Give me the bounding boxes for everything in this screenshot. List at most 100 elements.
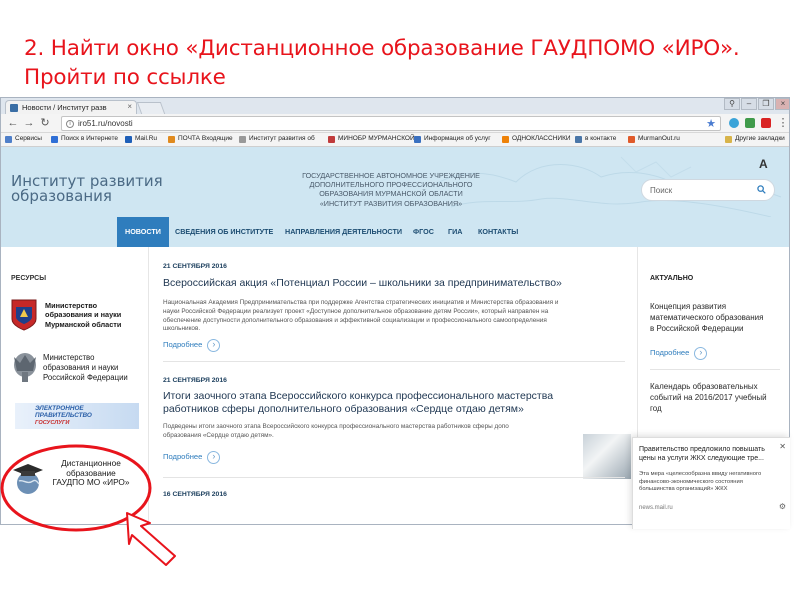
bookmark-services-info[interactable]: Информация об услуг [414, 135, 491, 143]
resource-2-line-1: Министерство [43, 353, 95, 362]
close-tab-icon[interactable]: × [127, 102, 132, 111]
news-2-more-link[interactable]: Подробнее [163, 451, 220, 464]
aktualno-1-more-link[interactable]: Подробнее [650, 347, 707, 360]
news-2-description: Подведены итоги заочного этапа Всероссий… [163, 423, 583, 441]
resource-2-line-3: Российской Федерации [43, 373, 128, 382]
bookmark-mail-inbox[interactable]: ПОЧТА Входящие [168, 135, 233, 143]
aktualno-2-line-2: событий на 2016/2017 учебный [650, 393, 767, 402]
nav-gia[interactable]: ГИА [448, 217, 462, 247]
forward-arrow-icon[interactable]: → [23, 117, 35, 129]
gear-icon[interactable]: ⚙ [779, 502, 786, 511]
bookmark-mail-ru[interactable]: Mail.Ru [125, 135, 157, 143]
bookmark-other-bookmarks[interactable]: Другие закладки [725, 135, 785, 143]
murmansk-coat-of-arms-icon [11, 299, 37, 331]
notification-body-line-3: большинства организаций» ЖКХ [639, 486, 728, 493]
resource-3-line-3: ГОСУСЛУГИ [35, 419, 70, 426]
nav-contacts[interactable]: КОНТАКТЫ [478, 217, 518, 247]
nav-news[interactable]: НОВОСТИ [117, 217, 169, 247]
extension-flag-icon[interactable] [761, 118, 771, 128]
bookmark-odnoklassniki[interactable]: ОДНОКЛАССНИКИ [502, 135, 571, 143]
org-line-3: ОБРАЗОВАНИЯ МУРМАНСКОЙ ОБЛАСТИ [319, 189, 463, 199]
menu-dots-icon[interactable]: ⋮ [777, 117, 789, 129]
site-favicon-icon [10, 104, 18, 112]
news-1-description: Национальная Академия Предпринимательств… [163, 299, 625, 334]
reload-icon[interactable]: ↻ [39, 117, 51, 129]
search-icon[interactable] [757, 185, 766, 194]
news-1-headline[interactable]: Всероссийская акция «Потенциал России – … [163, 277, 562, 290]
notification-title-line-1: Правительство предложило повышать [639, 446, 765, 453]
news-1-date: 21 СЕНТЯБРЯ 2016 [163, 263, 227, 270]
news-1-desc-line-3: обеспечение доступности дополнительного … [163, 316, 547, 324]
resource-2-line-2: образования и науки [43, 363, 119, 372]
aktualno-2-line-1: Календарь образовательных [650, 382, 758, 391]
browser-toolbar: ← → ↻ i iro51.ru/novosti ★ ⋮ [1, 114, 789, 133]
search-placeholder: Поиск [650, 186, 673, 195]
bookmark-murmanout[interactable]: MurmanOut.ru [628, 135, 680, 143]
browser-tab[interactable]: Новости / Институт разв × [5, 100, 137, 114]
site-info-icon[interactable]: i [66, 120, 74, 128]
address-bar[interactable]: i iro51.ru/novosti ★ [61, 116, 721, 131]
aktualno-1-line-3: в Российской Федерации [650, 324, 744, 333]
resource-distance-education-text: Дистанционное образование ГАУДПО МО «ИРО… [51, 458, 131, 488]
slide: 2. Найти окно «Дистанционное образование… [0, 0, 800, 600]
news-1-desc-line-1: Национальная Академия Предпринимательств… [163, 299, 559, 306]
nav-directions[interactable]: НАПРАВЛЕНИЯ ДЕЯТЕЛЬНОСТИ [285, 217, 402, 247]
news-divider [163, 477, 625, 478]
news-notification-popup[interactable]: Правительство предложило повышать цены н… [632, 437, 790, 529]
news-2-desc-line-2: образования «Сердце отдаю детям». [163, 431, 274, 439]
maximize-window-button[interactable]: ❐ [758, 98, 774, 110]
russian-eagle-emblem-icon [14, 353, 36, 382]
resource-russian-ministry[interactable]: Министерство образования и науки Российс… [11, 347, 141, 389]
notification-body-line-1: Эта мера «целесообразна ввиду негативног… [639, 471, 762, 477]
bookmark-vkontakte[interactable]: в контакте [575, 135, 616, 143]
news-1-desc-line-2: науки Российской Федерации реализует про… [163, 307, 549, 315]
bookmark-star-icon[interactable]: ★ [706, 117, 716, 130]
minimize-window-button[interactable]: – [741, 98, 757, 110]
resource-gosuslugi-text: ЭЛЕКТРОННОЕ ПРАВИТЕЛЬСТВО ГОСУСЛУГИ [35, 405, 92, 427]
news-2-headline-line-1: Итоги заочного этапа Всероссийского конк… [163, 390, 554, 402]
resource-gosuslugi[interactable]: ЭЛЕКТРОННОЕ ПРАВИТЕЛЬСТВО ГОСУСЛУГИ [11, 401, 141, 431]
aktualno-heading: АКТУАЛЬНО [650, 275, 694, 282]
aktualno-item-2[interactable]: Календарь образовательных событий на 201… [650, 381, 785, 414]
nav-fgos[interactable]: ФГОС [413, 217, 434, 247]
site-search-input[interactable]: Поиск [641, 179, 775, 201]
resources-sidebar: РЕСУРСЫ Министерство образования и науки… [1, 247, 149, 524]
site-logo-line-2: образования [11, 187, 112, 205]
aktualno-2-line-3: год [650, 404, 662, 413]
notification-body: Эта мера «целесообразна ввиду негативног… [639, 471, 779, 494]
close-icon[interactable]: ✕ [779, 442, 786, 451]
extension-cloud-icon[interactable] [729, 118, 739, 128]
news-3-date: 16 СЕНТЯБРЯ 2016 [163, 491, 227, 498]
resource-1-line-3: Мурманской области [45, 319, 122, 329]
news-1-more-link[interactable]: Подробнее [163, 339, 220, 352]
resource-murmansk-ministry[interactable]: Министерство образования и науки Мурманс… [11, 299, 141, 335]
aktualno-divider [650, 369, 780, 370]
new-tab-button[interactable] [136, 102, 166, 114]
bookmark-minobr[interactable]: МИНОБР МУРМАНСКОЙ [328, 135, 415, 143]
bookmark-internet-search[interactable]: Поиск в Интернете [51, 135, 118, 143]
resource-3-line-1: ЭЛЕКТРОННОЕ [35, 405, 84, 412]
main-navigation: НОВОСТИ СВЕДЕНИЯ ОБ ИНСТИТУТЕ НАПРАВЛЕНИ… [1, 217, 789, 247]
bookmark-iro-institute[interactable]: Институт развития об [239, 135, 315, 143]
news-2-headline[interactable]: Итоги заочного этапа Всероссийского конк… [163, 390, 553, 416]
back-arrow-icon[interactable]: ← [7, 117, 19, 129]
profile-icon[interactable]: ⚲ [724, 98, 740, 110]
news-2-desc-line-1: Подведены итоги заочного этапа Всероссий… [163, 423, 509, 430]
news-2-headline-line-2: работников сферы дополнительного образов… [163, 403, 524, 415]
bookmark-services[interactable]: Сервисы [5, 135, 42, 143]
close-window-button[interactable]: × [775, 98, 789, 110]
slide-title: 2. Найти окно «Дистанционное образование… [24, 34, 784, 92]
aktualno-item-1[interactable]: Концепция развития математического образ… [650, 301, 785, 334]
site-logo[interactable]: Институт развития образования [11, 174, 163, 204]
bookmarks-bar: Сервисы Поиск в Интернете Mail.Ru ПОЧТА … [1, 133, 789, 147]
resource-murmansk-ministry-text: Министерство образования и науки Мурманс… [45, 301, 121, 329]
organization-name: ГОСУДАРСТВЕННОЕ АВТОНОМНОЕ УЧРЕЖДЕНИЕ ДО… [271, 171, 511, 208]
extension-shield-icon[interactable] [745, 118, 755, 128]
nav-about[interactable]: СВЕДЕНИЯ ОБ ИНСТИТУТЕ [175, 217, 273, 247]
font-size-toggle[interactable]: A [759, 157, 768, 171]
news-2-photo[interactable] [583, 434, 631, 479]
tab-bar: Новости / Институт разв × ⚲ – ❐ × [1, 98, 789, 114]
resources-heading: РЕСУРСЫ [11, 275, 47, 282]
resource-distance-education[interactable]: Дистанционное образование ГАУДПО МО «ИРО… [11, 451, 141, 499]
resource-3-line-2: ПРАВИТЕЛЬСТВО [35, 412, 92, 420]
